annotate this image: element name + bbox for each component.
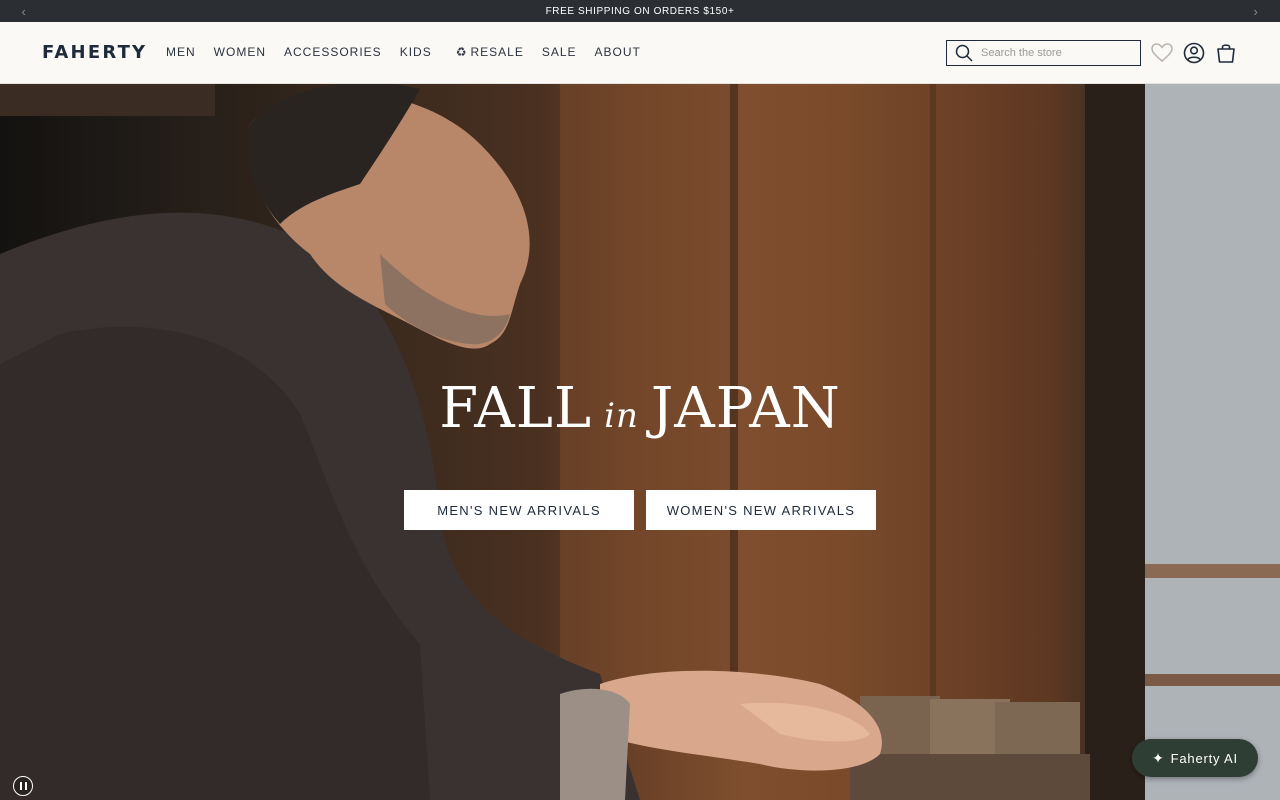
search-input[interactable] bbox=[981, 47, 1131, 59]
announcement-text: FREE SHIPPING ON ORDERS $150+ bbox=[545, 5, 735, 17]
nav-accessories[interactable]: ACCESSORIES bbox=[284, 45, 382, 59]
hero-title-in: in bbox=[604, 396, 639, 436]
hero-title-fall: FALL bbox=[439, 376, 593, 441]
announcement-bar: ‹ FREE SHIPPING ON ORDERS $150+ › bbox=[0, 0, 1280, 22]
search-icon[interactable] bbox=[947, 41, 981, 65]
heart-icon[interactable] bbox=[1150, 41, 1174, 65]
pause-video-button[interactable] bbox=[13, 776, 33, 796]
hero-banner: FALL in JAPAN MEN'S NEW ARRIVALS WOMEN'S N… bbox=[0, 84, 1280, 800]
nav-men[interactable]: MEN bbox=[166, 45, 196, 59]
nav-sale[interactable]: SALE bbox=[542, 45, 577, 59]
nav-resale[interactable]: ♻ RESALE bbox=[456, 45, 524, 59]
pause-icon bbox=[19, 782, 22, 790]
chevron-right-icon[interactable]: › bbox=[1245, 0, 1267, 22]
search-box bbox=[946, 40, 1141, 66]
nav-about[interactable]: ABOUT bbox=[595, 45, 641, 59]
nav-kids[interactable]: KIDS bbox=[400, 45, 432, 59]
nav-women[interactable]: WOMEN bbox=[214, 45, 266, 59]
bag-icon[interactable] bbox=[1214, 41, 1238, 65]
faherty-ai-button[interactable]: ✦ Faherty AI bbox=[1132, 739, 1258, 777]
recycle-icon: ♻ bbox=[455, 45, 468, 59]
nav-resale-label: RESALE bbox=[470, 45, 524, 59]
faherty-ai-label: Faherty AI bbox=[1170, 750, 1238, 766]
sparkle-icon: ✦ bbox=[1152, 749, 1165, 766]
logo[interactable]: FAHERTY bbox=[42, 42, 147, 63]
hero-image bbox=[0, 84, 1280, 800]
womens-new-arrivals-button[interactable]: WOMEN'S NEW ARRIVALS bbox=[646, 490, 876, 530]
hero-title-japan: JAPAN bbox=[650, 376, 841, 441]
site-header: FAHERTY MEN WOMEN ACCESSORIES KIDS ♻ RES… bbox=[0, 22, 1280, 84]
account-icon[interactable] bbox=[1182, 41, 1206, 65]
hero-title: FALL in JAPAN bbox=[0, 376, 1280, 441]
main-nav: MEN WOMEN ACCESSORIES KIDS ♻ RESALE SALE… bbox=[166, 45, 659, 59]
mens-new-arrivals-button[interactable]: MEN'S NEW ARRIVALS bbox=[404, 490, 634, 530]
chevron-left-icon[interactable]: ‹ bbox=[13, 0, 35, 22]
